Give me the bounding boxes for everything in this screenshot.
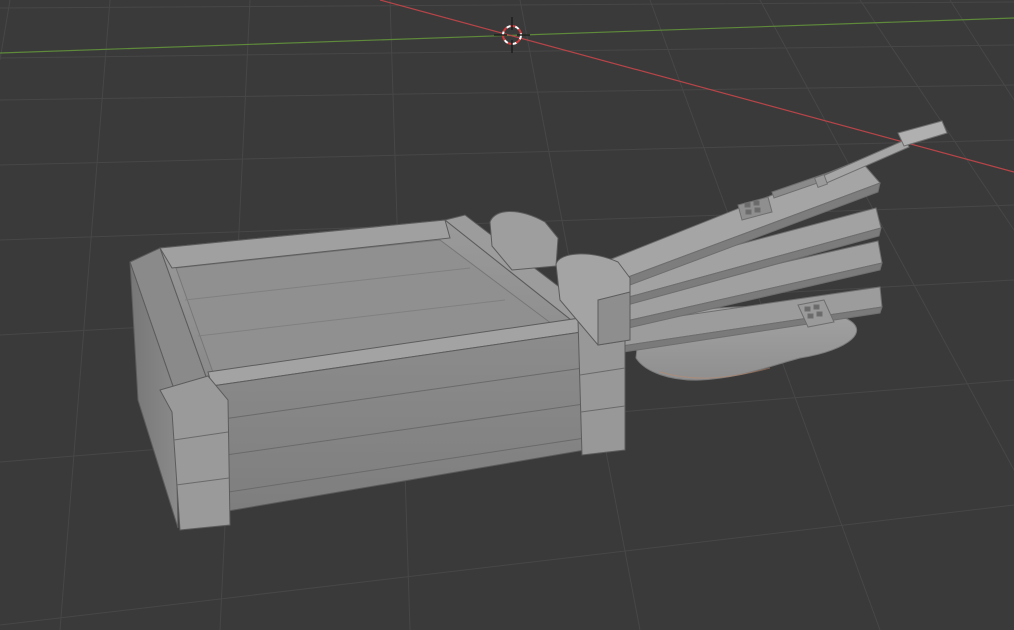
viewport-canvas[interactable] — [0, 0, 1014, 630]
3d-viewport[interactable] — [0, 0, 1014, 630]
crate-mesh[interactable] — [129, 211, 631, 531]
rod-mesh[interactable] — [813, 120, 948, 189]
